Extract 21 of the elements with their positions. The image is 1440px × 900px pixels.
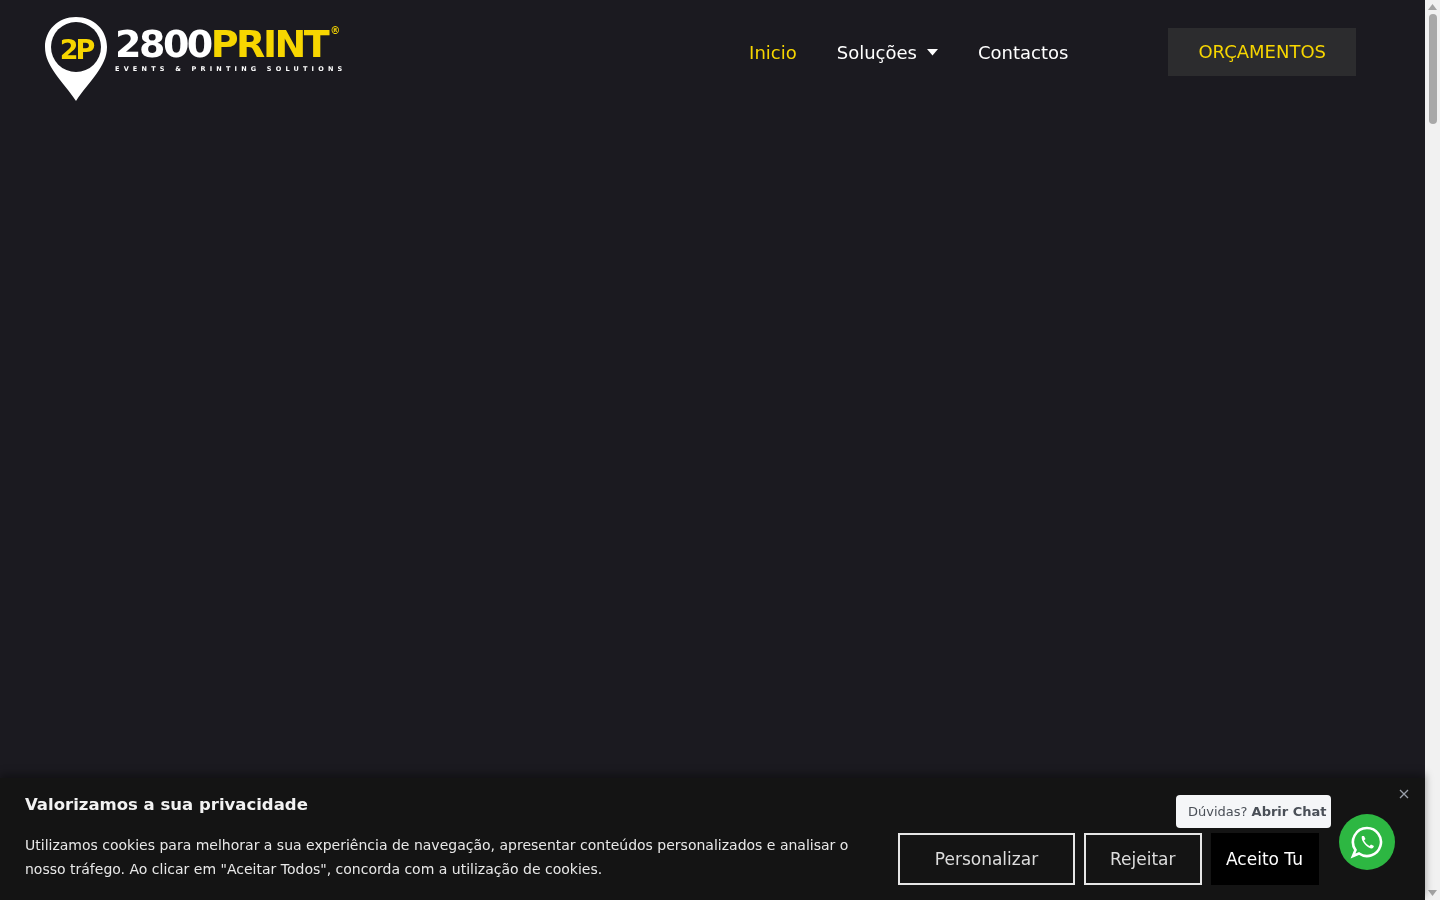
registered-mark: ® — [330, 23, 341, 38]
accept-button[interactable]: Aceito Tu — [1210, 833, 1319, 885]
caret-icon[interactable] — [926, 48, 938, 56]
logo-pin-icon — [43, 15, 109, 103]
cookie-button[interactable]: Rejeitar — [1084, 833, 1202, 885]
scrollbar-thumb[interactable] — [1428, 14, 1437, 124]
scrollbar[interactable] — [1425, 0, 1440, 900]
nav-link[interactable]: Inicio — [749, 41, 797, 63]
close-icon[interactable] — [1399, 789, 1409, 799]
scroll-down-icon[interactable] — [1428, 890, 1437, 896]
quote-button[interactable]: ORÇAMENTOS — [1168, 28, 1356, 76]
nav-link[interactable]: Contactos — [977, 41, 1069, 63]
nav-link[interactable]: Soluções — [836, 41, 938, 63]
logo-wordmark: 2800 — [115, 23, 211, 64]
cookie-title: Valorizamos a sua privacidade — [25, 794, 308, 816]
cookie-button[interactable]: Personalizar — [898, 833, 1075, 885]
cookie-text: Utilizamos cookies para melhorar a sua experiência de navegação, apresentar conteúdos personalizados e analisar o nosso tráfego. Ao clicar em "Aceitar Todos", concorda com a utilização de cookies. — [25, 836, 850, 879]
chat-bubble-icon — [1350, 825, 1384, 859]
chat-tooltip[interactable]: Dúvidas? Abrir Chat — [1176, 795, 1331, 828]
scroll-up-icon[interactable] — [1428, 4, 1437, 10]
logo-mark: 2P — [58, 34, 94, 65]
